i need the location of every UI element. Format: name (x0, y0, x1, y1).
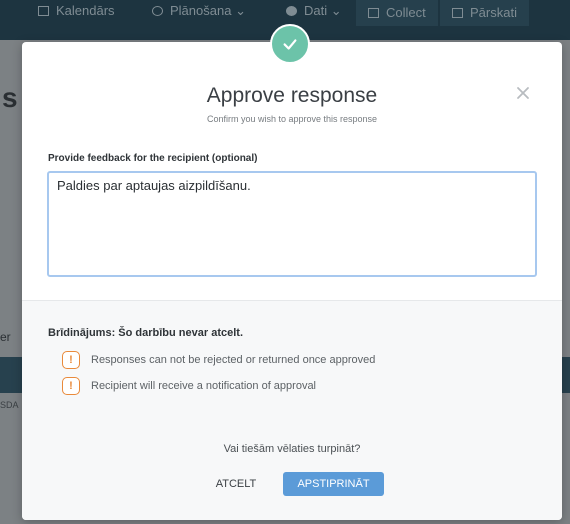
nav-item-planning[interactable]: Plānošana ⌄ (152, 3, 246, 19)
approve-button[interactable]: APSTIPRINĀT (283, 472, 384, 496)
exclamation-icon: ! (62, 377, 80, 395)
data-icon (286, 6, 297, 16)
warning-item-text: Recipient will receive a notification of… (91, 380, 317, 392)
collect-icon (368, 8, 379, 18)
close-button[interactable] (516, 86, 534, 104)
warning-label: Brīdinājums: (48, 327, 116, 339)
feedback-label: Provide feedback for the recipient (opti… (48, 153, 258, 164)
clock-icon (152, 6, 163, 16)
nav-item-calendar[interactable]: Kalendārs (38, 3, 115, 18)
nav-item-collect[interactable]: Collect (356, 0, 438, 26)
warning-heading: Brīdinājums: Šo darbību nevar atcelt. (48, 327, 243, 339)
calendar-icon (38, 6, 49, 16)
warning-item: ! Recipient will receive a notification … (62, 377, 316, 395)
dialog-title: Approve response (206, 84, 378, 107)
cancel-button[interactable]: ATCELT (204, 472, 268, 496)
background-page-title-fragment: s (2, 82, 18, 113)
confirm-question: Vai tiešām vēlaties turpināt? (223, 443, 361, 455)
warning-text: Šo darbību nevar atcelt. (118, 327, 243, 339)
dialog-subtitle: Confirm you wish to approve this respons… (206, 114, 378, 124)
reports-icon (452, 8, 463, 18)
warning-item-text: Responses can not be rejected or returne… (91, 354, 376, 366)
feedback-textarea[interactable] (47, 171, 537, 277)
nav-item-reports[interactable]: Pārskati (440, 0, 529, 26)
warning-item: ! Responses can not be rejected or retur… (62, 351, 375, 369)
nav-item-data[interactable]: Dati ⌄ (286, 3, 342, 19)
exclamation-icon: ! (62, 351, 80, 369)
background-text-fragment: er (0, 330, 11, 344)
close-icon (517, 87, 529, 99)
success-check-icon (270, 24, 310, 64)
background-text-fragment-2: SDA (0, 400, 19, 410)
